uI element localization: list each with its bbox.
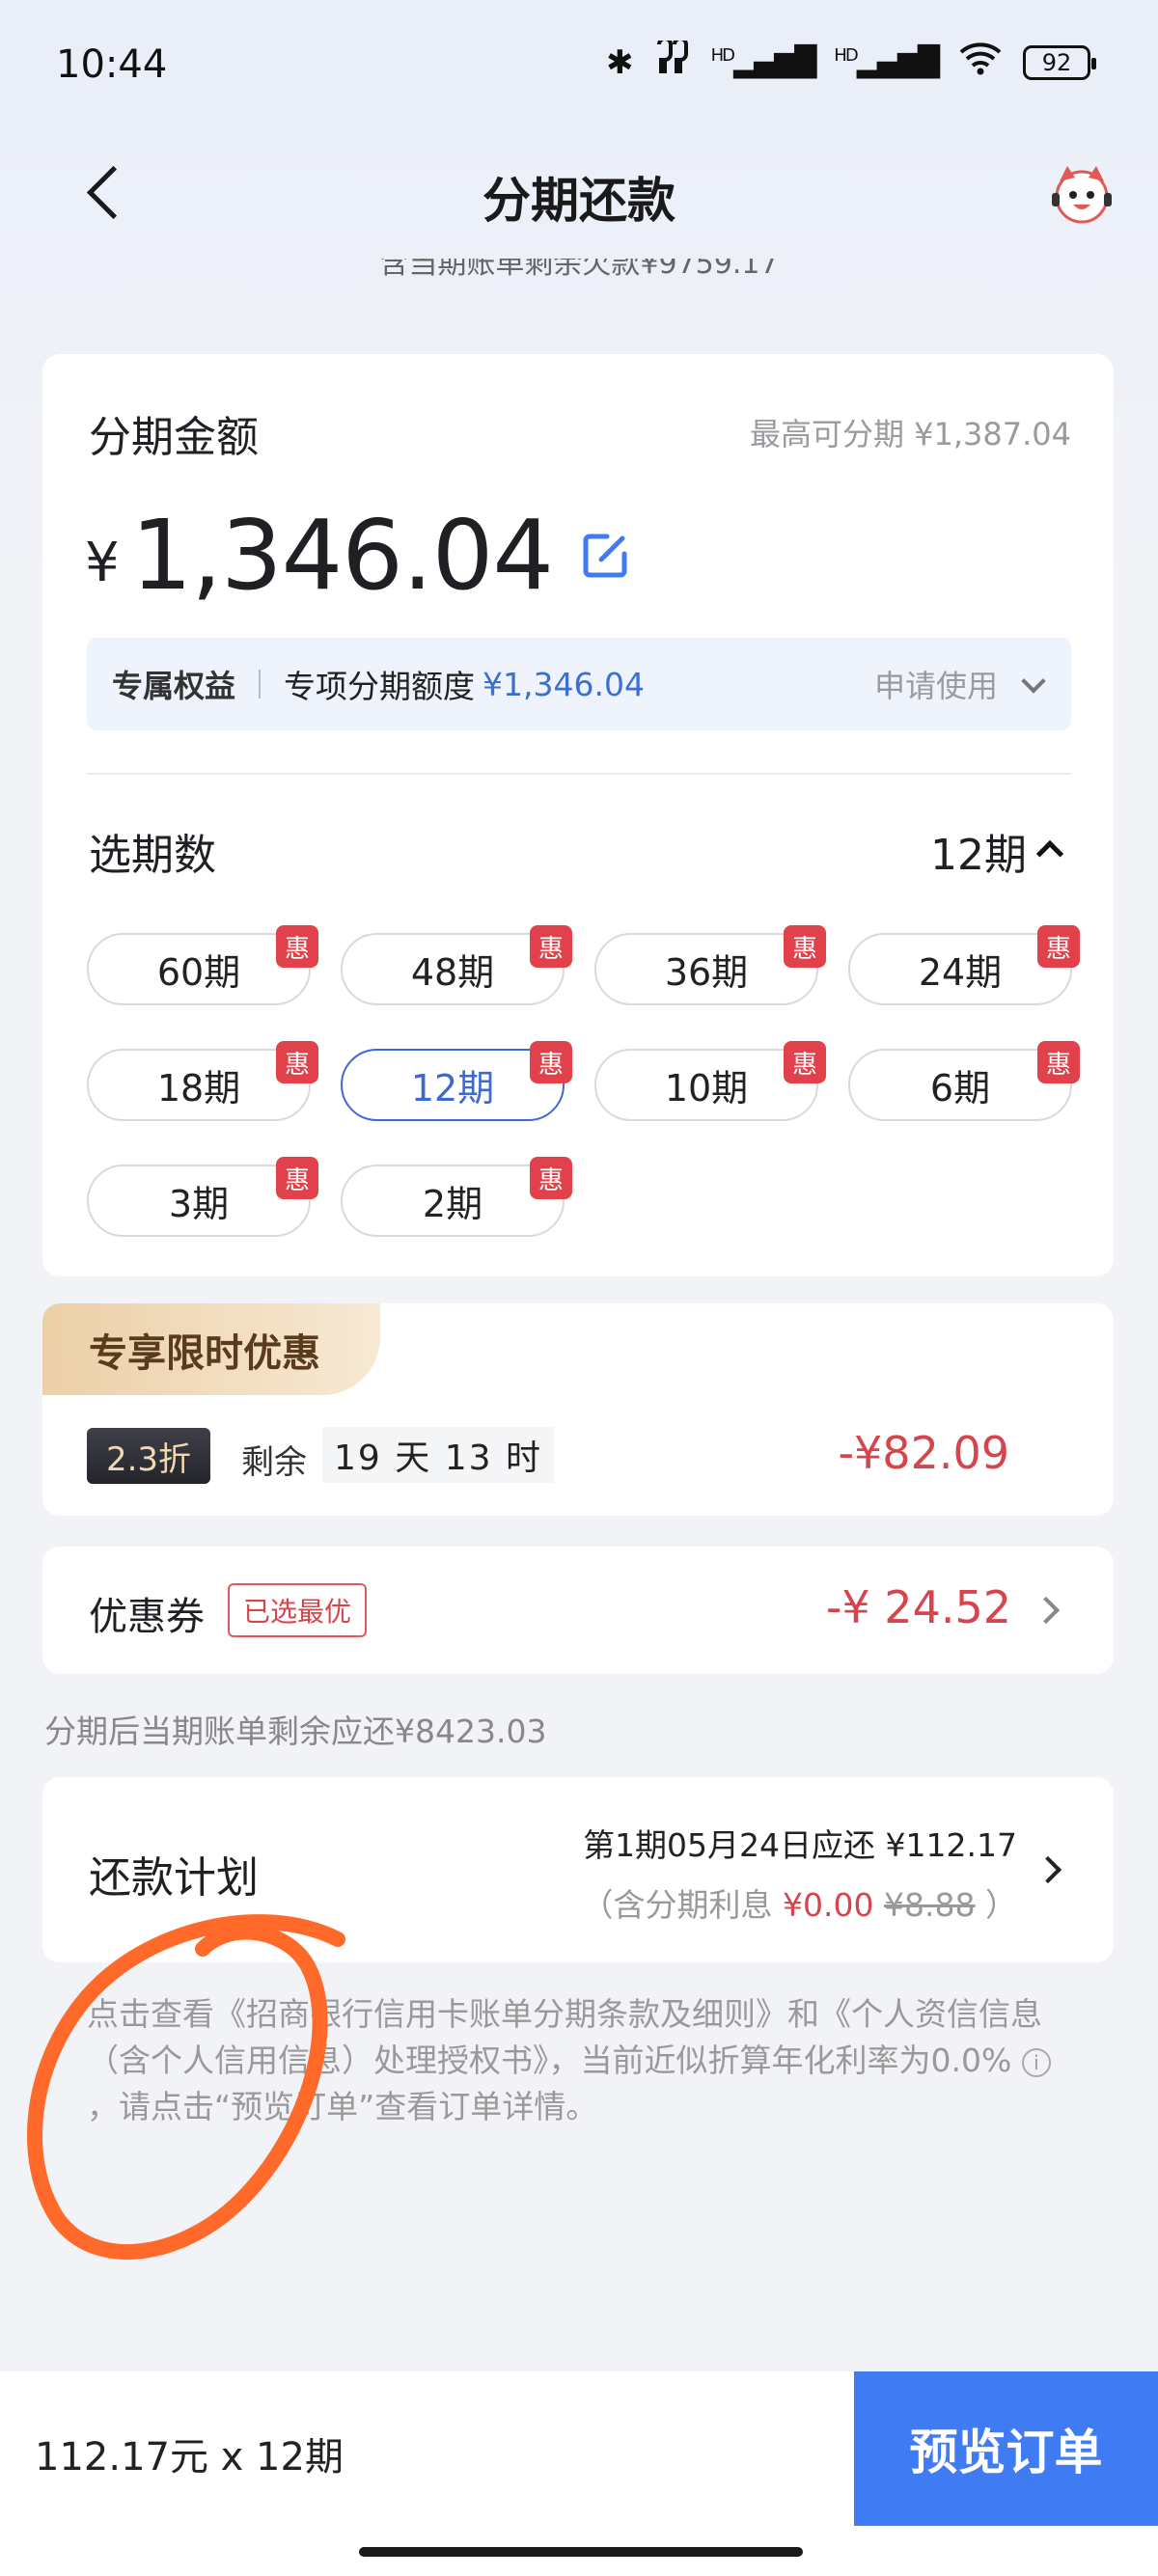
- term-option-2[interactable]: 2期惠: [341, 1157, 572, 1237]
- payment-summary: 112.17元 x 12期: [35, 2435, 344, 2480]
- discount-badge: 惠: [530, 1157, 572, 1199]
- limited-offer-tab: 专享限时优惠: [42, 1303, 380, 1395]
- discount-badge: 惠: [1037, 1041, 1080, 1083]
- discount-badge: 惠: [530, 1041, 572, 1083]
- discount-badge: 惠: [1037, 925, 1080, 968]
- discount-badge: 惠: [784, 1041, 826, 1083]
- term-option-60[interactable]: 60期惠: [87, 925, 318, 1005]
- term-option-6[interactable]: 6期惠: [848, 1041, 1080, 1121]
- benefit-text: 专项分期额度: [284, 668, 476, 705]
- chevron-right-icon[interactable]: [1034, 1855, 1062, 1884]
- installment-amount-card: 分期金额 最高可分期 ¥1,387.04 ¥ 1,346.04 专属权益 专项分…: [42, 354, 1114, 1276]
- exclusive-benefit-bar[interactable]: 专属权益 专项分期额度 ¥1,346.04 申请使用: [87, 638, 1071, 730]
- terms-notice[interactable]: 点击查看《招商银行信用卡账单分期条款及细则》和《个人资信信息（含个人信用信息）处…: [87, 1991, 1081, 2130]
- coupon-row[interactable]: 优惠券 已选最优 -¥ 24.52: [42, 1547, 1114, 1674]
- term-option-48[interactable]: 48期惠: [341, 925, 572, 1005]
- term-option-10[interactable]: 10期惠: [594, 1041, 826, 1121]
- amount-row: ¥ 1,346.04: [85, 499, 632, 612]
- discount-badge: 惠: [276, 1157, 318, 1199]
- apply-link[interactable]: 申请使用: [874, 662, 998, 706]
- mascot-icon[interactable]: [1048, 160, 1116, 228]
- remaining-balance-note: 含当期账单剩余欠款¥9759.17: [379, 259, 779, 281]
- discount-badge-rate: 2.3折: [87, 1428, 210, 1484]
- page-title: 分期还款: [482, 173, 676, 229]
- signal-icon-2: HD▂▄▆█: [834, 45, 940, 79]
- interest-info: （含分期利息 ¥0.00 ¥8.88 ）: [581, 1886, 1017, 1924]
- best-selected-tag: 已选最优: [228, 1583, 368, 1637]
- chevron-right-icon[interactable]: [1032, 1596, 1061, 1625]
- discount-badge: 惠: [530, 925, 572, 968]
- coupon-title: 优惠券: [89, 1595, 205, 1639]
- currency-symbol: ¥: [85, 532, 120, 594]
- bluetooth-icon: ✱: [606, 42, 634, 82]
- term-option-36[interactable]: 36期惠: [594, 925, 826, 1005]
- chevron-down-icon[interactable]: [1021, 669, 1046, 694]
- limited-offer-card: 专享限时优惠 2.3折 剩余 19 天 13 时 -¥82.09: [42, 1303, 1114, 1516]
- bottom-bar: 112.17元 x 12期 预览订单: [0, 2371, 1158, 2576]
- remaining-time: 19 天 13 时: [322, 1427, 554, 1483]
- after-installment-note: 分期后当期账单剩余应还¥8423.03: [44, 1713, 547, 1750]
- max-installment-label: 最高可分期 ¥1,387.04: [749, 416, 1071, 452]
- earbuds-icon: [653, 37, 692, 84]
- status-icons: ✱ HD▂▄▆█ HD▂▄▆█ 92: [606, 37, 1096, 84]
- benefit-separator: [259, 670, 262, 699]
- wifi-icon: [957, 41, 1004, 84]
- info-icon[interactable]: i: [1021, 2047, 1051, 2077]
- term-option-24[interactable]: 24期惠: [848, 925, 1080, 1005]
- battery-icon: 92: [1023, 44, 1096, 80]
- first-payment-info: 第1期05月24日应还 ¥112.17: [583, 1826, 1017, 1864]
- interest-amount: ¥0.00: [783, 1886, 874, 1924]
- discount-badge: 惠: [784, 925, 826, 968]
- preview-order-button[interactable]: 预览订单: [854, 2371, 1158, 2526]
- status-time: 10:44: [56, 42, 168, 87]
- home-indicator[interactable]: [359, 2547, 803, 2557]
- benefit-amount: ¥1,346.04: [482, 665, 645, 703]
- plan-title: 还款计划: [89, 1853, 259, 1903]
- discount-badge: 惠: [276, 1041, 318, 1083]
- original-interest: ¥8.88: [884, 1886, 976, 1924]
- chevron-up-icon[interactable]: [1035, 839, 1064, 868]
- selected-term[interactable]: 12期: [930, 820, 1027, 882]
- term-option-18[interactable]: 18期惠: [87, 1041, 318, 1121]
- repayment-plan-row[interactable]: 还款计划 第1期05月24日应还 ¥112.17 （含分期利息 ¥0.00 ¥8…: [42, 1777, 1114, 1962]
- remaining-label: 剩余: [241, 1443, 307, 1482]
- divider: [87, 773, 1071, 775]
- coupon-amount: -¥ 24.52: [825, 1581, 1011, 1633]
- amount-title: 分期金额: [89, 413, 259, 462]
- discount-badge: 惠: [276, 925, 318, 968]
- benefit-tag: 专属权益: [112, 668, 236, 704]
- installment-amount: 1,346.04: [130, 499, 554, 612]
- nav-bar: 分期还款: [0, 145, 1158, 241]
- term-option-3[interactable]: 3期惠: [87, 1157, 318, 1237]
- promo-discount-amount: -¥82.09: [838, 1427, 1009, 1479]
- term-options: 60期惠 48期惠 36期惠 24期惠 18期惠 12期惠 10期惠 6期惠 3…: [87, 925, 1090, 1237]
- term-title: 选期数: [89, 831, 216, 880]
- edit-icon[interactable]: [578, 529, 632, 583]
- status-bar: 10:44 ✱ HD▂▄▆█ HD▂▄▆█ 92: [0, 0, 1158, 125]
- term-option-12[interactable]: 12期惠: [341, 1041, 572, 1121]
- signal-icon-1: HD▂▄▆█: [710, 45, 817, 79]
